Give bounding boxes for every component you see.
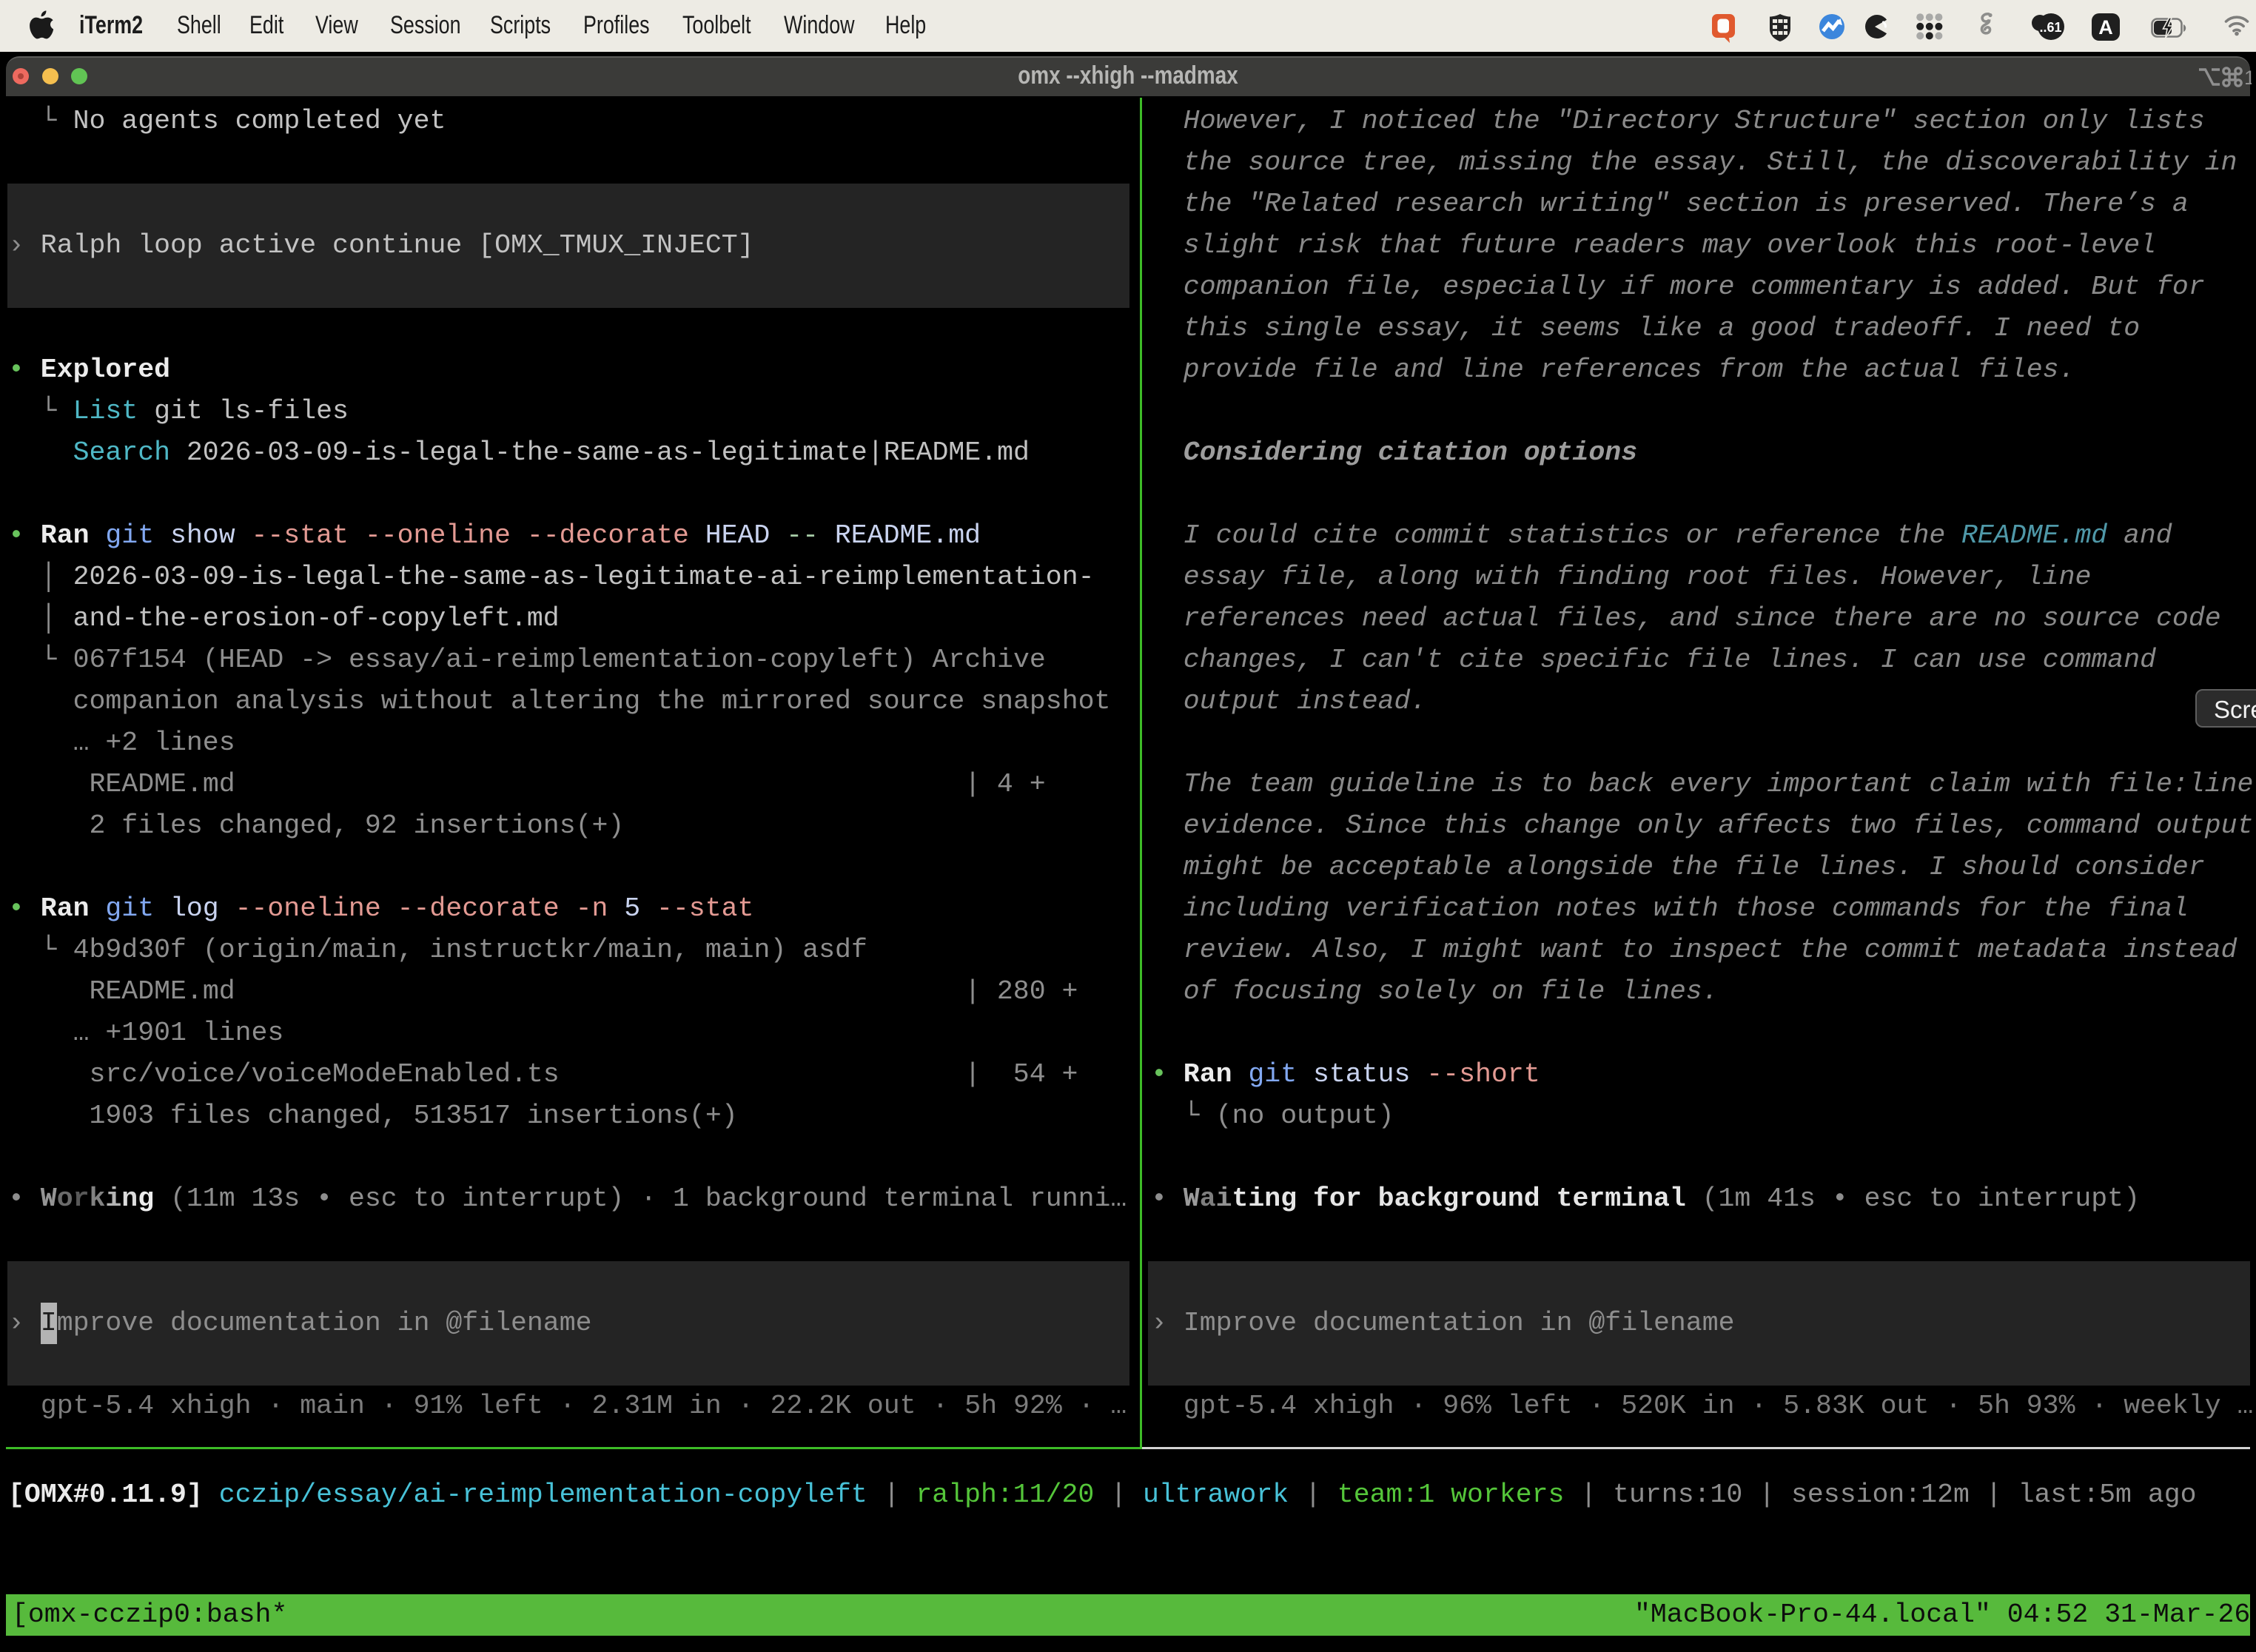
svg-text:..61: ..61 <box>2039 20 2061 35</box>
svg-text:1: 1 <box>2244 67 2252 88</box>
